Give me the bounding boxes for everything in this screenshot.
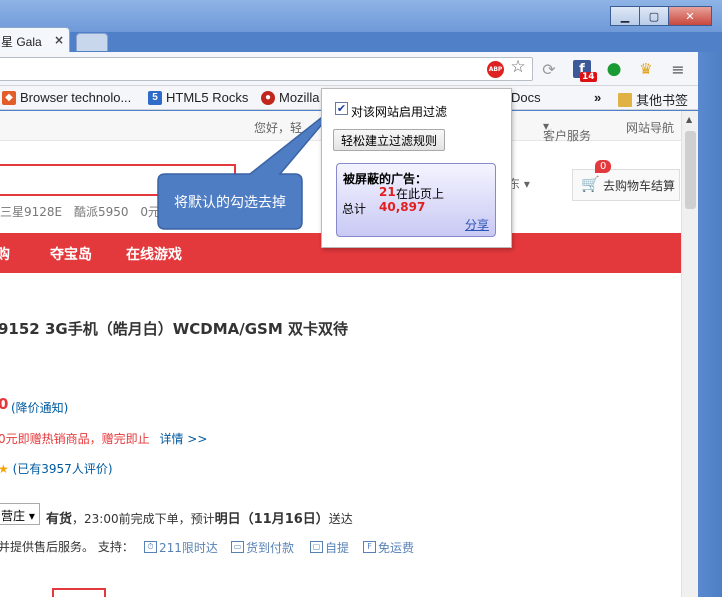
adblock-popup: ✔ 对该网站启用过滤 轻松建立过滤规则 被屏蔽的广告： 21 在此页上 总计 4… <box>321 88 512 248</box>
price-notify-link[interactable]: (降价通知) <box>11 399 68 416</box>
other-bookmarks-folder[interactable]: 其他书签 <box>618 90 688 109</box>
browser-tech-icon: ◆ <box>2 90 16 105</box>
folder-icon <box>618 92 632 107</box>
topnav-customer-service[interactable]: 客户服务 ▾ | <box>543 119 591 143</box>
green-pin-extension-icon[interactable]: ● <box>605 59 623 79</box>
cart-icon: 🛒 <box>581 175 600 193</box>
product-thumbnail[interactable] <box>52 588 106 597</box>
stock-status: 有货，23:00前完成下单，预计明日（11月16日）送达 <box>46 512 353 527</box>
hot-word[interactable]: 酷派5950 <box>74 205 129 219</box>
minimize-button[interactable]: ▁ <box>610 6 640 26</box>
nav-item-games[interactable]: 在线游戏 <box>126 244 182 264</box>
bookmark-docs[interactable]: Docs <box>511 90 541 105</box>
bag-icon: ▢ <box>310 541 323 553</box>
sync-extension-icon[interactable]: ⟳ <box>540 60 558 79</box>
crown-extension-icon[interactable]: ♛ <box>637 60 655 78</box>
nav-item-treasure[interactable]: 夺宝岛 <box>50 244 92 264</box>
promotion-detail-link[interactable]: 详情 >> <box>159 432 207 446</box>
page-blocked-count: 21 <box>379 185 396 199</box>
total-blocked-label: 总计 <box>342 202 367 216</box>
rating-row: ★ (已有3957人评价) <box>0 460 113 477</box>
page-scrollbar[interactable]: ▲ <box>681 111 698 597</box>
window-controls: ▁ ▢ ✕ <box>610 6 712 26</box>
new-tab-button[interactable] <box>76 33 108 51</box>
review-count-link[interactable]: (已有3957人评价) <box>13 462 113 476</box>
tab-active[interactable]: 星 Gala × <box>0 27 70 53</box>
tab-title: 星 Gala <box>1 35 42 49</box>
close-window-button[interactable]: ✕ <box>668 6 712 26</box>
clock-icon: ⏱ <box>144 541 157 553</box>
scrollbar-thumb[interactable] <box>685 131 696 209</box>
enable-filter-checkbox[interactable]: ✔ <box>335 102 348 115</box>
browser-toolbar: ABP ☆ ⟳ f 14 ● ♛ ≡ <box>0 52 698 86</box>
address-bar[interactable] <box>0 57 533 81</box>
tab-close-icon[interactable]: × <box>54 33 64 47</box>
total-blocked-count: 40,897 <box>379 200 426 214</box>
window-titlebar: ▁ ▢ ✕ <box>0 0 722 32</box>
bookmarks-overflow-button[interactable]: » <box>594 90 601 105</box>
annotation-callout-text: 将默认的勾选去掉 <box>174 195 286 211</box>
product-title: 9152 3G手机（皓月白）WCDMA/GSM 双卡双待 <box>0 320 349 338</box>
star-icon: ★ <box>0 462 9 476</box>
hot-search-words: 三星9128E 酷派5950 0元 <box>0 203 168 220</box>
truck-icon: ▭ <box>231 541 244 553</box>
region-select[interactable]: 营庄 ▾ <box>0 503 40 525</box>
service-self-pickup[interactable]: ▢ 自提 <box>310 539 349 555</box>
service-support-label: 并提供售后服务。 支持： <box>0 540 134 554</box>
promotion-text: 0元即赠热销商品，赠完即止 详情 >> <box>0 432 208 446</box>
cart-count-badge: 0 <box>595 160 612 173</box>
window-border-right <box>698 52 722 597</box>
product-price: 0 <box>0 395 9 413</box>
facebook-badge: 14 <box>580 72 597 82</box>
create-filter-rule-button[interactable]: 轻松建立过滤规则 <box>333 129 445 151</box>
topnav-site-navigation[interactable]: 网站导航 <box>626 119 674 136</box>
hot-word[interactable]: 三星9128E <box>0 205 62 219</box>
enable-filter-label[interactable]: 对该网站启用过滤 <box>351 103 447 120</box>
service-cod[interactable]: ▭ 货到付款 <box>231 539 294 555</box>
adblock-plus-icon[interactable]: ABP <box>487 61 504 78</box>
bookmark-browser-technology[interactable]: ◆ Browser technolo... <box>2 90 131 105</box>
share-link[interactable]: 分享 <box>465 216 489 233</box>
service-free-shipping[interactable]: F 免运费 <box>363 539 414 555</box>
cart-button[interactable]: 🛒 0 去购物车结算 <box>572 160 680 201</box>
free-icon: F <box>363 541 376 553</box>
maximize-button[interactable]: ▢ <box>639 6 669 26</box>
chrome-menu-icon[interactable]: ≡ <box>669 60 687 79</box>
bookmark-star-icon[interactable]: ☆ <box>509 57 527 77</box>
nav-item[interactable]: 购 <box>0 244 10 264</box>
service-211-express[interactable]: ⏱ 211限时达 <box>144 539 218 555</box>
blocked-ads-stats: 被屏蔽的广告： 21 在此页上 总计 40,897 分享 <box>336 163 496 237</box>
scroll-up-icon[interactable]: ▲ <box>686 115 692 124</box>
